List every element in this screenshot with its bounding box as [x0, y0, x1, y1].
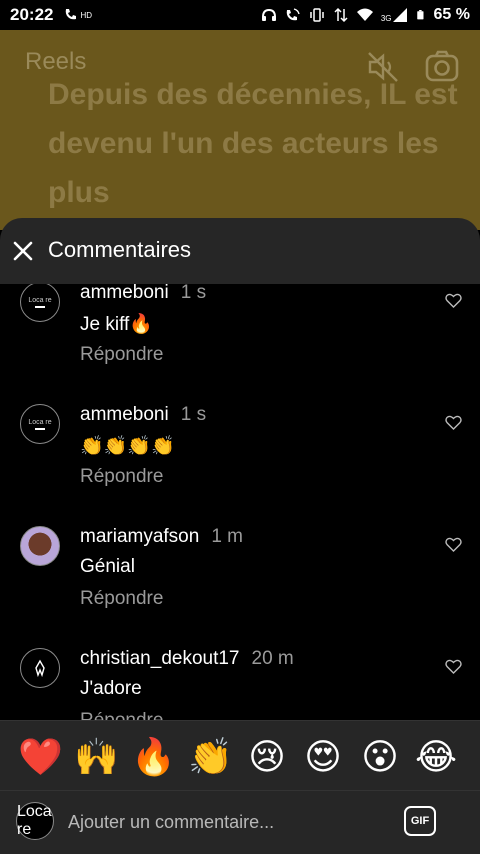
comment-input-bar: Loca re Ajouter un commentaire... GIF [0, 790, 480, 854]
comment-item: Loca re ammeboni 1 s Je kiff🔥 Répondre [0, 284, 480, 404]
emoji-laughing[interactable]: 😂 [414, 735, 458, 779]
close-icon[interactable] [12, 240, 34, 262]
emoji-clap[interactable]: 👏 [188, 735, 233, 779]
emoji-raised-hands[interactable]: 🙌 [74, 735, 119, 779]
comment-text: Génial [80, 556, 135, 577]
comment-username[interactable]: ammeboni [80, 284, 169, 303]
vibrate-icon [310, 8, 324, 22]
comment-time: 1 s [180, 284, 207, 303]
comment-time: 1 s [180, 404, 207, 425]
battery-percent: 65 % [433, 6, 470, 23]
data-arrows-icon [334, 7, 348, 23]
emoji-quick-bar: ❤️ 🙌 🔥 👏 😢 😍 😮 😂 [0, 720, 480, 790]
emoji-surprised[interactable]: 😮 [358, 735, 402, 779]
phone-hd-icon: HD [63, 7, 92, 23]
comment-time: 20 m [251, 648, 294, 669]
comments-list[interactable]: Loca re ammeboni 1 s Je kiff🔥 Répondre Lo… [0, 284, 480, 720]
wing-logo-icon [35, 659, 45, 678]
comment-input[interactable]: Ajouter un commentaire... [68, 812, 274, 833]
camera-icon[interactable] [424, 48, 460, 84]
status-bar: 20:22 HD 3G 65 % [0, 0, 480, 30]
battery-icon [416, 10, 424, 20]
heart-icon[interactable] [445, 292, 462, 309]
comment-text: J'adore [80, 678, 142, 699]
mute-icon[interactable] [366, 50, 400, 84]
avatar[interactable]: Loca re [20, 404, 60, 444]
emoji-crying[interactable]: 😢 [245, 735, 289, 779]
comment-item: Loca re ammeboni 1 s 👏👏👏👏 Répondre [0, 404, 480, 526]
heart-icon[interactable] [445, 658, 462, 675]
headphones-icon [261, 8, 276, 21]
comment-time: 1 m [211, 526, 244, 547]
reply-button[interactable]: Répondre [80, 710, 163, 720]
comments-sheet: Commentaires Loca re ammeboni 1 s Je kiff… [0, 218, 480, 854]
emoji-fire[interactable]: 🔥 [131, 735, 176, 779]
sheet-title: Commentaires [48, 237, 192, 262]
reply-button[interactable]: Répondre [80, 588, 163, 610]
comment-text: 👏👏👏👏 [80, 436, 175, 457]
avatar[interactable] [20, 648, 60, 688]
user-avatar: Loca re [16, 802, 54, 840]
comment-username[interactable]: ammeboni [80, 404, 169, 425]
reel-preview: Reels Depuis des décennies, IL est deven… [0, 30, 480, 230]
reel-overlay-text: Depuis des décennies, IL est devenu l'un… [48, 78, 458, 209]
comment-username[interactable]: christian_dekout17 [80, 648, 240, 669]
heart-icon[interactable] [445, 414, 462, 431]
status-time: 20:22 [10, 5, 54, 24]
heart-icon[interactable] [445, 536, 462, 553]
emoji-heart[interactable]: ❤️ [18, 735, 63, 779]
comment-item: mariamyafson 1 m Génial Répondre [0, 526, 480, 648]
reply-button[interactable]: Répondre [80, 466, 163, 488]
comment-item: christian_dekout17 20 m J'adore Répondre [0, 648, 480, 720]
comment-text: Je kiff🔥 [80, 314, 153, 335]
comment-username[interactable]: mariamyafson [80, 526, 199, 547]
wifi-icon [356, 8, 373, 21]
avatar[interactable]: Loca re [20, 284, 60, 322]
gif-button[interactable]: GIF [404, 806, 436, 836]
signal-icon: 3G [381, 7, 408, 23]
reply-button[interactable]: Répondre [80, 344, 163, 366]
avatar[interactable] [20, 526, 60, 566]
wifi-call-icon [286, 8, 300, 21]
emoji-heart-eyes[interactable]: 😍 [301, 735, 345, 779]
sheet-header: Commentaires [0, 218, 480, 284]
